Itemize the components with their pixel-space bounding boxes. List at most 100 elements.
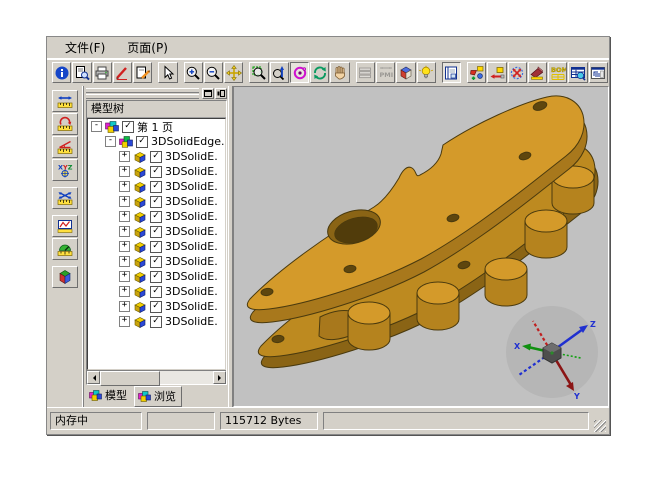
select-cursor-button[interactable] xyxy=(158,62,177,83)
zoom-in-button[interactable] xyxy=(184,62,203,83)
tree-row[interactable]: 3DSolidE. xyxy=(88,224,225,239)
info-button[interactable] xyxy=(52,62,71,83)
panel-drag-grip[interactable] xyxy=(86,87,199,100)
visibility-checkbox[interactable] xyxy=(150,316,162,328)
visibility-checkbox[interactable] xyxy=(150,286,162,298)
pan-button[interactable] xyxy=(224,62,243,83)
visibility-checkbox[interactable] xyxy=(150,211,162,223)
curve-graph-button[interactable] xyxy=(52,215,78,237)
visibility-checkbox[interactable] xyxy=(150,196,162,208)
part-icon xyxy=(133,286,147,298)
tree-row[interactable]: 3DSolidE. xyxy=(88,209,225,224)
gauge-button[interactable] xyxy=(52,238,78,260)
section-button[interactable] xyxy=(528,62,547,83)
tree-expand-toggle[interactable] xyxy=(119,211,130,222)
tree-row[interactable]: 3DSolidE. xyxy=(88,164,225,179)
visibility-checkbox[interactable] xyxy=(150,241,162,253)
tree-row[interactable]: 3DSolidEdge. xyxy=(88,134,225,149)
scrollbar-thumb[interactable] xyxy=(100,371,160,386)
measure-toolbar: XYZ xyxy=(47,86,84,407)
tree-expand-toggle[interactable] xyxy=(119,181,130,192)
tree-expand-toggle[interactable] xyxy=(119,286,130,297)
markup-file-button[interactable] xyxy=(133,62,152,83)
tree-row[interactable]: 3DSolidE. xyxy=(88,239,225,254)
measure-distance-button[interactable] xyxy=(52,187,78,209)
part-icon xyxy=(133,316,147,328)
screenshot-canvas: 文件(F) 页面(P) PMI BOM xyxy=(0,0,660,477)
menu-bar: 文件(F) 页面(P) xyxy=(47,37,609,58)
tree-expand-toggle[interactable] xyxy=(91,121,102,132)
move-part-button[interactable] xyxy=(487,62,506,83)
tree-tab[interactable]: 浏览 xyxy=(134,386,182,407)
visibility-checkbox[interactable] xyxy=(150,301,162,313)
viewport-3d[interactable]: X Z Y xyxy=(233,86,609,407)
pmi-dimensions-button[interactable]: PMI xyxy=(376,62,395,83)
zoom-out-button[interactable] xyxy=(204,62,223,83)
visibility-checkbox[interactable] xyxy=(122,121,134,133)
tree-expand-toggle[interactable] xyxy=(119,316,130,327)
tree-row[interactable]: 3DSolidE. xyxy=(88,269,225,284)
print-button[interactable] xyxy=(93,62,112,83)
tree-expand-toggle[interactable] xyxy=(105,136,116,147)
tree-expand-toggle[interactable] xyxy=(119,151,130,162)
tree-row[interactable]: 3DSolidE. xyxy=(88,314,225,329)
tree-expand-toggle[interactable] xyxy=(119,271,130,282)
lighting-button[interactable] xyxy=(417,62,436,83)
menu-item[interactable]: 页面(P) xyxy=(123,38,172,57)
tree-expand-toggle[interactable] xyxy=(119,256,130,267)
visibility-checkbox[interactable] xyxy=(150,181,162,193)
model-tree[interactable]: 第 1 页 3DSolidEdge. xyxy=(87,118,226,370)
scroll-right-button[interactable] xyxy=(213,371,226,384)
tree-expand-toggle[interactable] xyxy=(119,196,130,207)
measure-angle-button[interactable] xyxy=(52,136,78,158)
bounding-box-button[interactable] xyxy=(52,266,78,288)
coordinate-xyz-button[interactable]: XYZ xyxy=(52,159,78,181)
panel-titlebar[interactable] xyxy=(86,87,227,99)
tree-horizontal-scrollbar[interactable] xyxy=(87,370,226,384)
part-icon xyxy=(133,151,147,163)
tree-row[interactable]: 3DSolidE. xyxy=(88,149,225,164)
orbit-button[interactable] xyxy=(290,62,309,83)
bom-button[interactable]: BOM xyxy=(548,62,567,83)
tree-expand-toggle[interactable] xyxy=(119,241,130,252)
zoom-window-button[interactable] xyxy=(249,62,268,83)
tree-row[interactable]: 第 1 页 xyxy=(88,119,225,134)
visibility-checkbox[interactable] xyxy=(136,136,148,148)
assembly-parts-button[interactable] xyxy=(467,62,486,83)
resize-grip[interactable] xyxy=(594,420,606,432)
layers-button[interactable] xyxy=(356,62,375,83)
panel-close-button[interactable] xyxy=(215,88,227,99)
markup-pen-button[interactable] xyxy=(113,62,132,83)
tree-window-button[interactable] xyxy=(589,62,608,83)
part-icon xyxy=(133,271,147,283)
hand-pan-button[interactable] xyxy=(330,62,349,83)
tree-row[interactable]: 3DSolidE. xyxy=(88,299,225,314)
tree-expand-toggle[interactable] xyxy=(119,166,130,177)
tree-row[interactable]: 3DSolidE. xyxy=(88,254,225,269)
panel-maximize-button[interactable] xyxy=(202,88,214,99)
visibility-checkbox[interactable] xyxy=(150,256,162,268)
visibility-checkbox[interactable] xyxy=(150,166,162,178)
tree-row[interactable]: 3DSolidE. xyxy=(88,179,225,194)
tree-expand-toggle[interactable] xyxy=(119,226,130,237)
menu-item[interactable]: 文件(F) xyxy=(61,38,109,57)
zoom-selected-button[interactable] xyxy=(270,62,289,83)
rotate-view-button[interactable] xyxy=(310,62,329,83)
app-window: 文件(F) 页面(P) PMI BOM xyxy=(46,36,610,435)
report-table-button[interactable] xyxy=(568,62,587,83)
notebook-panel-button[interactable] xyxy=(442,62,461,83)
visibility-checkbox[interactable] xyxy=(150,226,162,238)
visibility-checkbox[interactable] xyxy=(150,151,162,163)
scrollbar-track[interactable] xyxy=(100,371,213,384)
shaded-view-button[interactable] xyxy=(396,62,415,83)
print-preview-button[interactable] xyxy=(72,62,91,83)
tree-row[interactable]: 3DSolidE. xyxy=(88,194,225,209)
measure-linear-button[interactable] xyxy=(52,90,78,112)
tree-expand-toggle[interactable] xyxy=(119,301,130,312)
tree-row[interactable]: 3DSolidE. xyxy=(88,284,225,299)
explode-button[interactable] xyxy=(508,62,527,83)
visibility-checkbox[interactable] xyxy=(150,271,162,283)
scroll-left-button[interactable] xyxy=(87,371,100,384)
tree-tab[interactable]: 模型 xyxy=(86,386,132,405)
measure-radius-button[interactable] xyxy=(52,113,78,135)
